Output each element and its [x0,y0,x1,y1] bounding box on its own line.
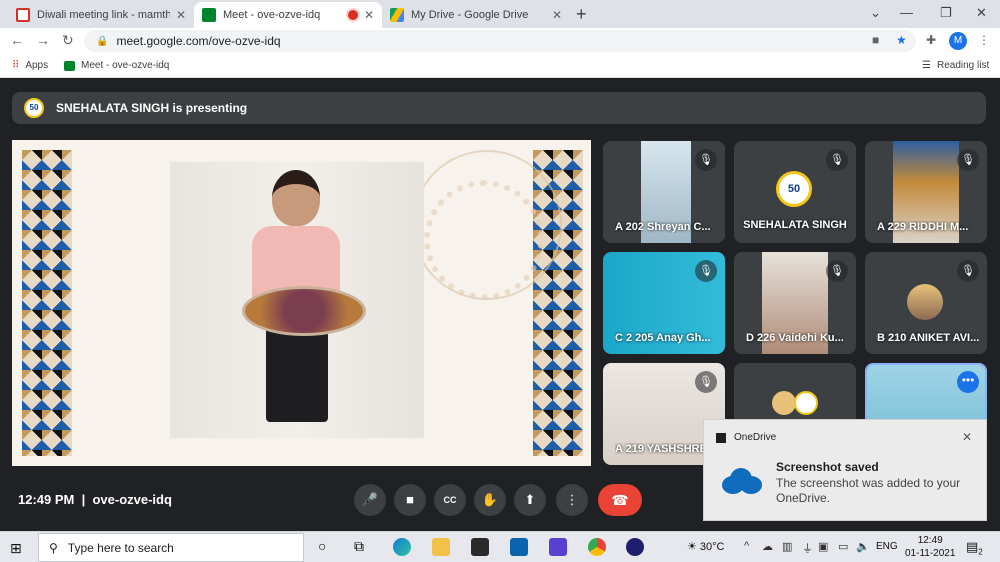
taskbar-search-box[interactable]: ⚲ Type here to search [38,533,304,562]
address-bar[interactable]: 🔒 meet.google.com/ove-ozve-idq [84,30,916,52]
whiteboard-icon[interactable] [549,538,567,556]
meeting-time: 12:49 PM | ove-ozve-idq [18,492,172,507]
participant-tile[interactable]: 50 🎙 SNEHALATA SINGH [734,141,856,243]
profile-avatar[interactable]: M [949,32,967,50]
mic-off-icon: 🎙 [695,371,717,393]
present-screen-button[interactable]: ⬆ [514,484,546,516]
volume-icon[interactable]: 🔈 [856,540,870,553]
participant-tile[interactable]: 🎙 A 229 RIDDHI M... [865,141,987,243]
close-tab-icon[interactable]: ✕ [552,8,562,22]
notifications-icon[interactable]: ▤2 [966,539,983,557]
participant-tile[interactable]: 🎙 B 210 ANIKET AVI... [865,252,987,354]
close-tab-icon[interactable]: ✕ [176,8,186,22]
mic-off-icon: 🎙 [957,260,979,282]
tab-diwali-meeting-link[interactable]: Diwali meeting link - mamthared ✕ [8,2,194,28]
file-explorer-icon[interactable] [432,538,450,556]
shared-screen [12,140,591,466]
tab-search-icon[interactable]: ⌄ [870,5,881,21]
mic-off-icon: 🎙 [957,149,979,171]
recording-indicator-icon [347,10,358,20]
notification-body: The screenshot was added to your OneDriv… [776,476,961,505]
reading-list-icon: ☰ [922,60,931,71]
reading-list-button[interactable]: ☰ Reading list [922,60,989,71]
more-options-icon[interactable]: ••• [957,371,979,393]
new-tab-button[interactable]: + [576,4,587,25]
onedrive-app-icon [716,432,726,443]
task-view-icon[interactable]: ⧉ [354,538,364,555]
participant-tile[interactable]: 🎙 C 2 205 Anay Gh... [603,252,725,354]
participant-tile[interactable]: 🎙 D 226 Vaidehi Ku... [734,252,856,354]
captions-button[interactable]: CC [434,484,466,516]
mic-off-icon: 🎙 [826,260,848,282]
extensions-icon[interactable]: ✚ [926,33,936,47]
windows-taskbar: ⊞ ⚲ Type here to search ○ ⧉ ☀ 30°C ^ ☁ ▥… [0,531,1000,562]
taskbar-clock[interactable]: 12:49 01-11-2021 [905,534,955,560]
edge-icon[interactable] [393,538,411,556]
meet-icon [64,60,75,71]
window-close-button[interactable]: ✕ [976,5,987,21]
camera-button[interactable]: ■ [394,484,426,516]
onedrive-cloud-icon [718,466,762,494]
mandala-decoration [424,180,544,300]
tab-meet[interactable]: Meet - ove-ozve-idq ✕ [194,2,382,28]
battery-icon[interactable]: ▭ [838,540,848,553]
restore-button[interactable]: ❐ [940,5,952,21]
reload-button[interactable]: ↻ [62,32,74,49]
bookmark-star-icon[interactable]: ★ [896,33,907,47]
meet-icon [202,8,216,22]
lock-icon: 🔒 [96,35,109,47]
participant-avatar [907,284,943,320]
store-icon[interactable] [471,538,489,556]
mail-icon[interactable] [510,538,528,556]
close-notification-button[interactable]: ✕ [962,430,972,444]
apps-grid-icon: ⠿ [12,60,20,71]
bookmark-meet[interactable]: Meet - ove-ozve-idq [64,60,169,71]
back-button[interactable]: ← [10,32,24,48]
network-icon[interactable]: ▥ [782,540,792,553]
chevron-up-icon[interactable]: ^ [744,540,749,552]
search-icon: ⚲ [49,540,58,555]
participant-tile[interactable]: 🎙 A 202 Shreyan C... [603,141,725,243]
camera-icon[interactable]: ■ [872,33,879,47]
onedrive-tray-icon[interactable]: ☁ [762,540,773,553]
browser-toolbar: ← → ↻ 🔒 meet.google.com/ove-ozve-idq ■ ★… [0,28,1000,54]
forward-button[interactable]: → [36,32,50,48]
participant-avatar: 50 [776,171,812,207]
mic-off-icon: 🎙 [695,260,717,282]
notification-app: OneDrive [716,432,776,443]
participant-avatar [772,391,796,415]
weather-widget[interactable]: ☀ 30°C [687,540,725,553]
mic-off-icon: 🎙 [695,149,717,171]
minimize-button[interactable]: — [900,5,913,20]
mic-off-icon: 🎙 [826,149,848,171]
google-drive-icon [390,8,404,22]
webex-icon[interactable] [626,538,644,556]
presentation-photo [170,162,424,438]
windows-start-icon[interactable]: ⊞ [10,540,22,557]
onedrive-notification[interactable]: OneDrive ✕ Screenshot saved The screensh… [703,419,987,521]
camera-tray-icon[interactable]: ▣ [818,540,828,553]
bookmark-apps[interactable]: ⠿ Apps [12,60,48,71]
usb-icon[interactable]: ⏚ [802,540,813,556]
tab-google-drive[interactable]: My Drive - Google Drive ✕ [382,2,570,28]
diya-tray [242,286,366,336]
raise-hand-button[interactable]: ✋ [474,484,506,516]
browser-tab-strip: Diwali meeting link - mamthared ✕ Meet -… [0,0,1000,28]
notification-title: Screenshot saved [776,460,879,474]
presenting-banner: 50 SNEHALATA SINGH is presenting [12,92,986,124]
more-options-button[interactable]: ⋮ [556,484,588,516]
leave-call-button[interactable]: ☎ [598,484,642,516]
gmail-icon [16,8,30,22]
participant-avatar [794,391,818,415]
close-tab-icon[interactable]: ✕ [364,8,374,22]
microphone-button[interactable]: 🎤 [354,484,386,516]
chrome-icon[interactable] [588,538,606,556]
decorative-border-left [22,150,72,456]
bookmarks-bar: ⠿ Apps Meet - ove-ozve-idq ☰ Reading lis… [0,54,1000,78]
cortana-icon[interactable]: ○ [318,538,326,554]
browser-menu-icon[interactable]: ⋮ [978,33,990,47]
school-logo-icon: 50 [24,98,44,118]
language-indicator[interactable]: ENG [876,541,898,552]
